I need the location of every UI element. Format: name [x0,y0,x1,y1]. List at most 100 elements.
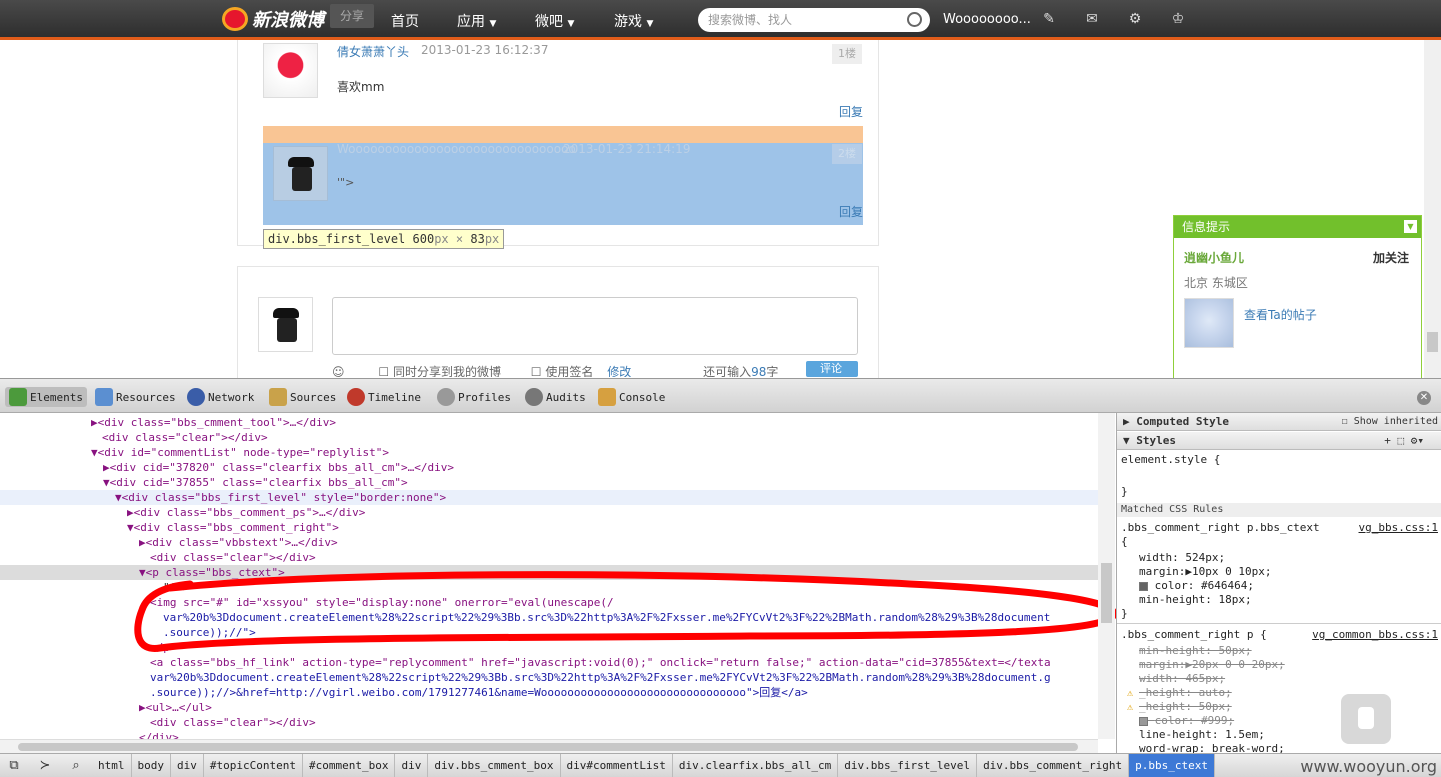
breadcrumb-item[interactable]: div.bbs_cmment_box [428,754,561,777]
tab-profiles[interactable]: Profiles [433,387,515,407]
dropdown-icon[interactable]: ▼ [1404,220,1417,233]
dom-line[interactable]: <div class="clear"></div> [0,430,1098,445]
css-property-overridden[interactable]: width: 465px; [1117,672,1441,686]
submit-comment-button[interactable]: 评论 [806,361,858,377]
css-property-warning[interactable]: ⚠ _height: 50px; [1117,700,1441,714]
css-property-warning[interactable]: ⚠ _height: auto; [1117,686,1441,700]
color-swatch[interactable] [1139,716,1148,726]
tab-console[interactable]: Console [594,387,669,407]
dom-line-selected[interactable]: ▼<p class="bbs_ctext"> [0,565,1098,580]
weibo-logo[interactable]: 新浪微博 [222,6,324,32]
mail-icon[interactable]: ✉ [1084,11,1100,27]
close-icon[interactable]: ✕ [1417,391,1431,405]
breadcrumb-item[interactable]: html [92,754,132,777]
dom-line[interactable]: ▶<div class="bbs_cmment_tool">…</div> [0,415,1098,430]
css-property[interactable]: width: 524px; [1117,551,1441,565]
computed-style-header[interactable]: ▶ Computed Style ☐ Show inherited [1117,413,1441,431]
tab-audits[interactable]: Audits [521,387,590,407]
gear-icon[interactable]: ⚙ [1127,11,1143,27]
breadcrumb-item[interactable]: div.clearfix.bbs_all_cm [673,754,839,777]
breadcrumb-item[interactable]: #topicContent [204,754,303,777]
dom-line[interactable]: </p> [0,640,1098,655]
dom-line[interactable]: <a class="bbs_hf_link" action-type="repl… [0,655,1098,670]
username-link[interactable]: Woooooooo... [943,12,1031,27]
comment-textarea[interactable] [332,297,858,355]
add-rule-icon[interactable]: + ⬚ ⚙▾ [1384,432,1424,450]
breadcrumb-item[interactable]: div.bbs_comment_right [977,754,1130,777]
tab-elements[interactable]: Elements [5,387,87,407]
reply-link[interactable]: 回复 [839,103,863,120]
view-posts-link[interactable]: 查看Ta的帖子 [1244,306,1317,323]
emoji-icon[interactable]: ☺ [332,365,345,377]
nav-apps[interactable]: 应用 ▼ [457,11,496,31]
css-source-link[interactable]: vg_common_bbs.css:1 [1312,628,1438,642]
dom-line[interactable]: <div class="clear"></div> [0,715,1098,730]
breadcrumb-item[interactable]: div [171,754,204,777]
follow-button[interactable]: 加关注 [1373,249,1409,266]
tab-timeline[interactable]: Timeline [343,387,425,407]
breadcrumb-item-active[interactable]: p.bbs_ctext [1129,754,1215,777]
commenter-name[interactable]: Wooooooooooooooooooooooooooooooo [337,142,576,156]
commenter-name[interactable]: 倩女萧萧丫头 [337,43,409,60]
dom-line-continued[interactable]: .source));//"> [0,625,1098,640]
show-inherited-checkbox[interactable]: ☐ Show inherited [1342,413,1438,431]
element-style-rule[interactable]: element.style { [1117,453,1441,467]
dom-line[interactable]: <img src="#" id="xssyou" style="display:… [0,595,1098,610]
crown-icon[interactable]: ♔ [1170,11,1186,27]
css-property-overridden[interactable]: margin:▶20px 0 0 20px; [1117,658,1441,672]
dom-line[interactable]: </div> [0,730,1098,739]
nav-weiba[interactable]: 微吧 ▼ [535,11,574,31]
signature-checkbox[interactable]: ☐ [531,365,542,377]
user-avatar[interactable] [1184,298,1234,348]
horizontal-scrollbar-thumb[interactable] [18,743,1078,751]
breadcrumb-item[interactable]: body [132,754,171,777]
dom-line[interactable]: ▼<div id="commentList" node-type="replyl… [0,445,1098,460]
dom-line-continued[interactable]: var%20b%3Ddocument.createElement%28%22sc… [0,670,1098,685]
dom-text-node[interactable]: "'">" [0,580,1098,595]
vertical-scrollbar-thumb[interactable] [1101,563,1112,623]
dom-line[interactable]: ▶<div cid="37820" class="clearfix bbs_al… [0,460,1098,475]
breadcrumb-item[interactable]: div.bbs_first_level [838,754,978,777]
dom-line[interactable]: ▼<div class="bbs_comment_right"> [0,520,1098,535]
dom-line[interactable]: ▶<div class="vbbstext">…</div> [0,535,1098,550]
css-source-link[interactable]: vg_bbs.css:1 [1359,521,1438,535]
breadcrumb-item[interactable]: div#commentList [561,754,673,777]
tab-network[interactable]: Network [183,387,258,407]
css-property[interactable]: color: #646464; [1117,579,1441,593]
console-drawer-icon[interactable]: ≻ [37,758,53,774]
share-button[interactable]: 分享 [330,4,374,28]
reply-link[interactable]: 回复 [839,203,863,220]
page-scrollbar-thumb[interactable] [1427,332,1438,352]
vertical-scrollbar[interactable] [1098,413,1115,739]
css-property-overridden[interactable]: min-height: 50px; [1117,644,1441,658]
css-rule-selector[interactable]: .bbs_comment_right p {vg_common_bbs.css:… [1117,628,1441,642]
styles-header[interactable]: ▼ Styles + ⬚ ⚙▾ [1117,432,1441,450]
dom-line[interactable]: ▶<ul>…</ul> [0,700,1098,715]
dom-line-hovered[interactable]: ▼<div class="bbs_first_level" style="bor… [0,490,1098,505]
user-name-link[interactable]: 逍幽小鱼儿 [1184,249,1244,266]
floating-action-button[interactable] [1341,694,1391,744]
css-property[interactable]: line-height: 1.5em; [1117,728,1441,742]
modify-link[interactable]: 修改 [607,365,631,377]
tab-resources[interactable]: Resources [91,387,180,407]
color-swatch[interactable] [1139,581,1148,591]
dom-line[interactable]: <div class="clear"></div> [0,550,1098,565]
commenter-avatar[interactable] [273,146,328,201]
css-property-overridden[interactable]: color: #999; [1117,714,1441,728]
dom-line-continued[interactable]: .source));//>&href=http://vgirl.weibo.co… [0,685,1098,700]
search-input[interactable]: 搜索微博、找人 [698,8,930,32]
breadcrumb-item[interactable]: div [395,754,429,777]
nav-games[interactable]: 游戏 ▼ [614,11,653,31]
css-rule-selector[interactable]: .bbs_comment_right p.bbs_ctext vg_bbs.css… [1117,521,1441,535]
horizontal-scrollbar[interactable] [0,739,1098,753]
share-checkbox[interactable]: ☐ [378,365,389,377]
dom-line[interactable]: ▶<div class="bbs_comment_ps">…</div> [0,505,1098,520]
dock-icon[interactable]: ⧉ [6,758,22,774]
page-scrollbar[interactable] [1424,40,1441,378]
nav-home[interactable]: 首页 [391,11,419,31]
search-icon[interactable]: ⌕ [68,758,84,774]
dom-line[interactable]: ▼<div cid="37855" class="clearfix bbs_al… [0,475,1098,490]
dom-line-continued[interactable]: var%20b%3Ddocument.createElement%28%22sc… [0,610,1098,625]
compose-icon[interactable]: ✎ [1041,11,1057,27]
css-property[interactable]: min-height: 18px; [1117,593,1441,607]
